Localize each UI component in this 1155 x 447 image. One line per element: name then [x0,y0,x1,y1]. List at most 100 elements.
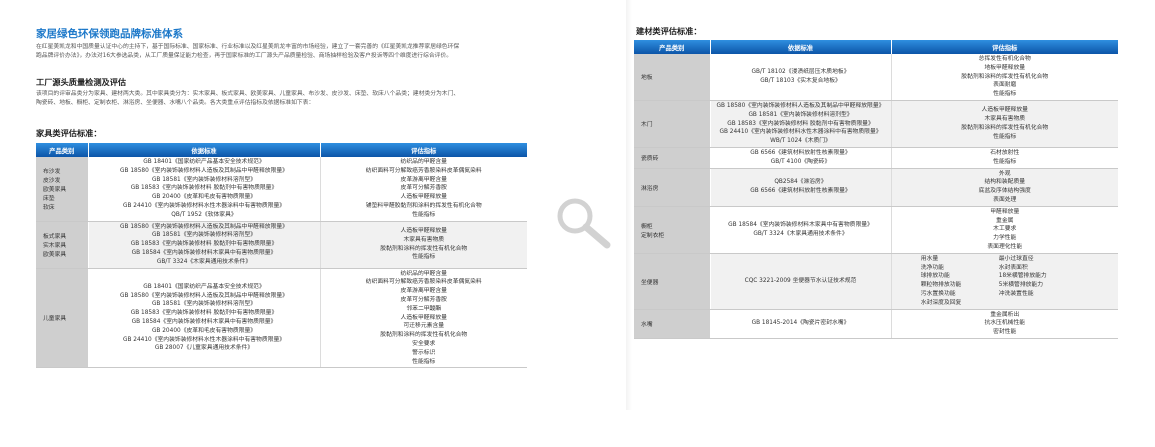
category-label: 瓷质砖 [641,156,659,163]
standard-item: GB 18584《室内装饰装修材料木家具中有害物质限量》 [728,221,873,228]
indicator-item: 安全要求 [412,340,436,347]
standard-cell: GB 6566《建筑材料放射性核素限量》 GB/T 4100《陶瓷砖》 [710,147,892,169]
indicator-item: 木工要求 [993,226,1017,233]
category-cell: 瓷质砖 [634,147,711,169]
indicator-item: 水封表面积 [998,264,1028,271]
standard-item: GB 24410《室内装饰装修材料水性木器涂料中有害物质限量》 [122,336,286,343]
magnifier-icon[interactable] [551,192,617,252]
indicator-cell: 纺织品的甲醛含量 纺织面料可分解致癌芳香胺染料皮革偶氮染料 皮革游离甲醛含量 皮革可分… [320,157,527,222]
standard-item: GB/T 3324《木家具通用技术条件》 [753,230,848,237]
standard-item: GB 18580《室内装饰装修材料人造板及其制品中甲醛释放限量》 [120,292,288,299]
category-label: 水嘴 [641,322,653,329]
indicator-item: 人造板甲醛释放量 [981,107,1028,114]
category-label: 淋浴房 [641,185,659,192]
indicator-item: 污水置换功能 [920,290,956,297]
indicator-item: 甲醛释放量 [990,208,1020,215]
indicator-item: 性能指标 [993,133,1017,140]
header-standard: 依据标准 [710,40,892,54]
indicator-cell: 重金属析出 抗水压机械性能 密封性能 [891,309,1118,339]
standard-item: GB 18401《国家纺织产品基本安全技术规范》 [143,159,265,165]
standard-item: QB/T 1952《软体家具》 [171,211,237,218]
table-row: 布沙发 皮沙发 欧美家具 床垫 软床 GB 18401《国家纺织产品基本安全技术规范》 GB… [36,157,527,222]
left-page: 家居绿色环保领跑品牌标准体系 在红星美凯龙和中国质量认证中心的主持下，基于国际标… [30,0,527,447]
indicator-item: 最小过球直径 [998,255,1034,262]
indicator-item: 胶黏剂和涂料的挥发性有机化合物 [961,73,1049,80]
standard-item: GB 28007《儿童家具通用技术条件》 [154,345,254,352]
indicator-item: 水封深度及回复 [920,299,962,306]
standard-item: GB 18581《室内装饰装修材料溶剂型》 [151,176,257,183]
indicator-item: 纺织面料可分解致癌芳香胺染料皮革偶氮染料 [365,167,482,174]
header-indicator: 评估指标 [320,143,527,157]
table-row: 坐便器 CQC 3221-2009 坐便器节水认证技术规范 用水量 最小过球直径 洗净功… [634,253,1118,310]
section-paragraph: 该项目的评审品类分为家具、建材两大类。其中家具类分为：实木家具、板式家具、欧美家… [36,90,522,108]
page-title: 家居绿色环保领跑品牌标准体系 [36,28,183,40]
indicator-item: 密封性能 [993,329,1017,336]
header-standard: 依据标准 [88,143,321,157]
table-header-row: 产品类别 依据标准 评估指标 [36,143,527,157]
header-category: 产品类别 [36,143,89,157]
category-label: 板式家具 [43,234,67,241]
standard-item: WB/T 1024《木质门》 [770,138,831,145]
right-page: 建材类评估标准： 产品类别 依据标准 评估指标 地板 GB/T 18102《浸渍纸… [626,0,1118,447]
standard-cell: GB 18580《室内装饰装修材料人造板及其制品中甲醛释放限量》 GB 18581… [88,221,321,269]
standard-item: GB/T 18102《浸渍纸层压木质地板》 [751,69,850,76]
standard-cell: GB 18580《室内装饰装修材料人造板及其制品中甲醛释放限量》 GB 18581… [710,100,892,148]
category-label: 坐便器 [641,279,659,286]
section-heading: 工厂源头质量检测及评估 [36,77,127,87]
standard-item: GB 6566《建筑材料放射性核素限量》 [750,188,851,195]
table-row: 瓷质砖 GB 6566《建筑材料放射性核素限量》 GB/T 4100《陶瓷砖》 石材放… [634,147,1118,169]
indicator-item: 力学性能 [993,235,1017,242]
standard-item: GB 20400《皮革和毛皮有害物质限量》 [151,327,257,334]
table-row: 水嘴 GB 18145-2014《陶瓷片密封水嘴》 重金属析出 抗水压机械性能 密封性能 [634,309,1118,339]
indicator-item: 可迁移元素含量 [403,323,445,330]
category-label: 实木家具 [43,243,67,250]
standard-item: GB/T 4100《陶瓷砖》 [770,158,831,165]
indicator-cell: 人造板甲醛释放量 木家具有害物质 胶黏剂和涂料的挥发性有机化合物 性能指标 [320,221,527,269]
indicator-item: 洗净功能 [920,264,944,271]
standard-cell: GB 18401《国家纺织产品基本安全技术规范》 GB 18580《室内装饰装修材… [88,157,321,222]
indicator-item: 重金属析出 [990,311,1020,318]
indicator-item: 邻苯二甲酸酯 [406,305,442,312]
standard-item: GB 18581《室内装饰装修材料溶剂型》 [748,111,853,118]
standard-item: GB 18580《室内装饰装修材料人造板及其制品中甲醛释放限量》 [120,223,288,230]
standard-item: GB/T 18103《实木复合地板》 [760,77,841,84]
standard-item: GB 20400《皮革和毛皮有害物质限量》 [151,194,257,201]
indicator-item: 人造板甲醛释放量 [400,194,447,201]
table-row: 板式家具 实木家具 欧美家具 GB 18580《室内装饰装修材料人造板及其制品中甲醛释… [36,221,527,269]
indicator-grid: 用水量 最小过球直径 洗净功能 水封表面积 球排放功能 18米横管排放能力 颗粒物排放功能 5… [921,255,1089,308]
standard-cell: GB 18145-2014《陶瓷片密封水嘴》 [710,309,892,339]
indicator-item: 石材放射性 [990,149,1020,156]
category-cell: 板式家具实木家具欧美家具 [36,221,89,269]
category-label: 儿童家具 [43,316,67,323]
indicator-item: 人造板甲醛释放量 [400,227,447,234]
standard-cell: GB/T 18102《浸渍纸层压木质地板》 GB/T 18103《实木复合地板》 [710,54,892,101]
table-header-row: 产品类别 依据标准 评估指标 [634,40,1118,54]
section-line: 陶瓷砖、地板、橱柜、定制衣柜、淋浴房、坐便器、水嘴八个品类。各大类重点评估指标及… [36,100,315,106]
indicator-item: 胶黏剂和涂料的挥发性有机化合物 [961,124,1049,131]
furniture-table-heading: 家具类评估标准： [36,128,102,138]
category-label: 欧美家具 [43,187,67,194]
standard-cell: GB 18584《室内装饰装修材料木家具中有害物质限量》 GB/T 3324《木家… [710,206,892,254]
category-cell: 坐便器 [634,253,711,310]
indicator-cell: 石材放射性 性能指标 [891,147,1118,169]
indicator-item: 木家具有害物质 [403,236,445,243]
header-indicator: 评估指标 [891,40,1118,54]
standard-item: GB/T 3324《木家具通用技术条件》 [156,258,252,265]
category-label: 布沙发 [43,169,61,176]
indicator-item: 皮革游离甲醛含量 [400,288,447,295]
indicator-item: 皮革游离甲醛含量 [400,176,447,183]
intro-paragraph: 在红星美凯龙和中国质量认证中心的主持下，基于国际标准、国家标准、行业标准以及红星… [36,43,522,61]
indicator-item: 皮革可分解芳香胺 [400,296,447,303]
standard-item: GB 18580《室内装饰装修材料人造板及其制品中甲醛释放限量》 [120,167,288,174]
category-label: 欧美家具 [43,252,67,259]
intro-line: 跑品牌评价办法》，办法对16大参选品类，从工厂质量保证能力检查，再于国家标准的工… [36,53,453,59]
category-label: 橱柜 [641,223,653,230]
standard-item: GB 18581《室内装饰装修材料溶剂型》 [151,232,257,239]
indicator-cell: 总挥发性有机化合物 地板甲醛释放量 胶黏剂和涂料的挥发性有机化合物 表面耐磨 性能指标 [891,54,1118,101]
standard-item: GB 18583《室内装饰装修材料 胶黏剂中有害物质限量》 [130,310,278,317]
indicator-item: 外观 [998,170,1011,177]
standard-cell: CQC 3221-2009 坐便器节水认证技术规范 [710,253,892,310]
standard-item: CQC 3221-2009 坐便器节水认证技术规范 [744,277,857,284]
indicator-item [999,299,1089,308]
category-label: 木门 [641,122,653,129]
